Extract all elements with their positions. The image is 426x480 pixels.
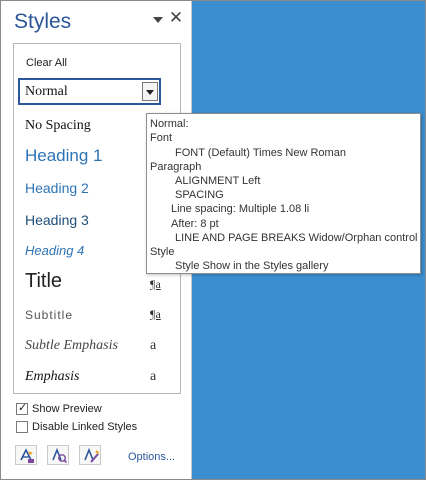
style-label: Heading 2 — [25, 180, 89, 196]
options-link[interactable]: Options... — [128, 451, 175, 463]
tooltip-line: LINE AND PAGE BREAKS Widow/Orphan contro… — [175, 232, 418, 244]
tooltip-line: FONT (Default) Times New Roman — [175, 147, 346, 159]
tooltip-line: Paragraph — [150, 161, 202, 173]
tooltip-line: Normal: — [150, 118, 189, 130]
style-label: Heading 1 — [25, 146, 103, 165]
show-preview-label: Show Preview — [32, 403, 102, 415]
caret-down-icon[interactable] — [152, 15, 164, 25]
style-item-subtle-emphasis[interactable]: Subtle Emphasis a — [14, 332, 180, 362]
style-label: No Spacing — [25, 118, 91, 133]
linked-style-icon: ¶a — [150, 307, 161, 321]
tooltip-line: Font — [150, 132, 173, 144]
style-label: Emphasis — [25, 369, 80, 384]
style-label: Heading 4 — [25, 243, 85, 258]
disable-linked-styles-label: Disable Linked Styles — [32, 421, 138, 433]
clear-all-item[interactable]: Clear All — [26, 57, 67, 69]
tooltip-line: After: 8 pt — [171, 218, 219, 230]
tooltip-line: SPACING — [175, 189, 224, 201]
manage-styles-icon — [84, 447, 100, 463]
character-style-icon: a — [150, 369, 157, 384]
new-style-button[interactable] — [15, 445, 37, 465]
manage-styles-button[interactable] — [79, 445, 101, 465]
style-label: Subtitle — [25, 308, 74, 322]
disable-linked-styles-checkbox[interactable] — [16, 421, 28, 433]
linked-style-icon: ¶a — [150, 277, 161, 291]
style-item-subtitle[interactable]: Subtitle ¶a — [14, 301, 180, 331]
style-label: Title — [25, 270, 63, 292]
style-dropdown-button[interactable] — [142, 82, 158, 101]
new-style-icon — [20, 448, 34, 463]
current-style-value: Normal — [25, 84, 68, 99]
close-icon[interactable]: ✕ — [168, 9, 184, 27]
style-inspector-icon — [52, 447, 68, 464]
tooltip-line: Line spacing: Multiple 1.08 li — [171, 203, 310, 215]
checkmark-icon: ✓ — [18, 402, 28, 414]
style-label: Subtle Emphasis — [25, 338, 118, 353]
style-item-emphasis[interactable]: Emphasis a — [14, 364, 180, 394]
tooltip-line: ALIGNMENT Left — [175, 175, 261, 187]
show-preview-checkbox[interactable]: ✓ — [16, 402, 28, 415]
pane-title: Styles — [14, 10, 72, 33]
style-inspector-button[interactable] — [47, 445, 69, 465]
tooltip-line: Style — [150, 246, 175, 258]
character-style-icon: a — [150, 338, 157, 353]
style-tooltip: Normal: Font FONT (Default) Times New Ro… — [146, 113, 421, 274]
current-style-field[interactable]: Normal — [18, 78, 161, 105]
style-label: Heading 3 — [25, 212, 89, 228]
tooltip-line: Style Show in the Styles gallery — [175, 260, 329, 272]
